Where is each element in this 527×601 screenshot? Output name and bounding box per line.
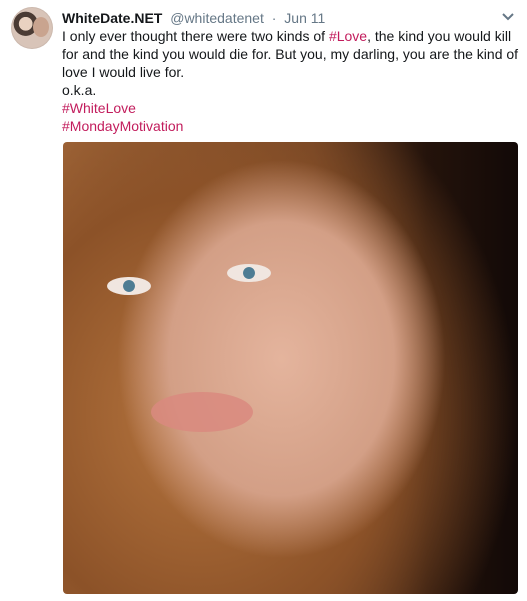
hashtag-link[interactable]: #Love	[329, 28, 367, 44]
tweet-date[interactable]: Jun 11	[284, 10, 325, 26]
chevron-down-icon[interactable]	[501, 12, 515, 22]
tweet-text: I only ever thought there were two kinds…	[62, 27, 522, 135]
tweet-photo[interactable]	[63, 142, 518, 594]
separator-dot: ·	[271, 10, 277, 26]
user-handle[interactable]: @whitedatenet	[170, 10, 264, 26]
signature: o.k.a.	[62, 82, 97, 98]
avatar[interactable]	[11, 7, 53, 49]
display-name[interactable]: WhiteDate.NET	[62, 10, 162, 26]
tweet-body: I only ever thought there were two kinds…	[62, 27, 522, 81]
body-segment: I only ever thought there were two kinds…	[62, 28, 329, 44]
photo-eye-left	[107, 277, 151, 295]
tweet-header: WhiteDate.NET @whitedatenet · Jun 11	[62, 9, 497, 27]
hashtag-link[interactable]: #MondayMotivation	[62, 118, 183, 134]
photo-eye-right	[227, 264, 271, 282]
avatar-photo	[33, 17, 49, 37]
tweet: WhiteDate.NET @whitedatenet · Jun 11 I o…	[0, 0, 527, 601]
photo-lips	[151, 392, 253, 432]
hashtag-link[interactable]: #WhiteLove	[62, 100, 136, 116]
